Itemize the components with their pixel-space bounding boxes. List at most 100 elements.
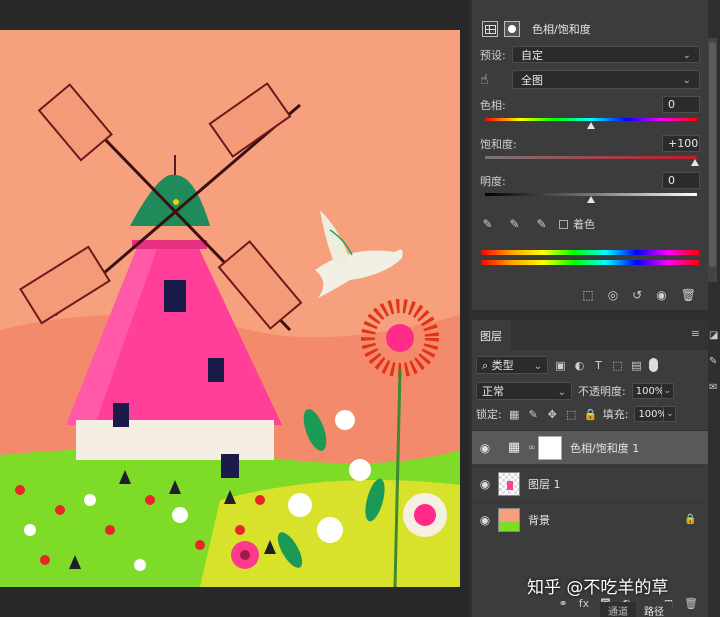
eyedropper-plus-icon[interactable]: ✎	[507, 217, 522, 232]
layer-name[interactable]: 色相/饱和度 1	[570, 440, 708, 456]
fill-stepper[interactable]: ⌄	[664, 406, 677, 422]
chevron-down-icon	[558, 385, 566, 398]
blend-mode-dropdown[interactable]: 正常	[476, 382, 572, 400]
layer-mask-thumbnail[interactable]	[538, 435, 562, 460]
layer-name[interactable]: 背景	[528, 512, 684, 528]
adjustment-layer-icon[interactable]	[482, 21, 498, 37]
paths-icon[interactable]: ✎	[709, 356, 720, 370]
opacity-stepper[interactable]: ⌄	[661, 383, 674, 399]
properties-title: 色相/饱和度	[532, 23, 591, 36]
saturation-slider[interactable]	[485, 156, 697, 159]
input-spectrum-bar	[481, 250, 699, 255]
filter-adjustment-icon[interactable]: ◐	[573, 359, 586, 372]
chevron-down-icon	[534, 359, 542, 372]
colorize-label: 着色	[573, 218, 595, 231]
properties-scrollbar-thumb[interactable]	[709, 42, 716, 267]
blend-mode-value: 正常	[482, 385, 504, 398]
saturation-slider-thumb[interactable]	[691, 159, 699, 166]
filter-type-icon[interactable]: T	[592, 359, 605, 372]
lock-move-icon[interactable]: ✥	[546, 408, 559, 421]
panel-menu-icon[interactable]: ≡	[691, 320, 708, 350]
layers-tabbar: 图层 ≡	[472, 320, 708, 350]
properties-panel: 色相/饱和度 预设: 自定 ☝ 全图 色相: 0	[472, 0, 708, 310]
eyedropper-row: ✎ ✎ ✎ 着色	[480, 216, 700, 232]
preset-row: 预设: 自定	[480, 46, 700, 63]
lightness-slider-thumb[interactable]	[587, 196, 595, 203]
lock-brush-icon[interactable]: ✎	[527, 408, 540, 421]
tab-paths[interactable]: 路径	[636, 602, 672, 617]
layer-row[interactable]: ◉ ▦ ∞ 色相/饱和度 1	[472, 430, 708, 464]
photoshop-window: 色相/饱和度 预设: 自定 ☝ 全图 色相: 0	[0, 0, 720, 617]
colorize-checkbox[interactable]	[559, 219, 568, 229]
lightness-input[interactable]: 0	[662, 172, 700, 189]
channel-dropdown[interactable]: 全图	[512, 70, 700, 89]
chain-link-icon[interactable]: ∞	[528, 443, 536, 453]
preset-label: 预设:	[480, 48, 506, 62]
lock-all-icon[interactable]: 🔒	[584, 408, 598, 421]
layer-thumbnail	[498, 471, 520, 496]
mask-icon[interactable]	[504, 21, 520, 37]
bottom-tabbar: 通道 路径	[600, 602, 672, 617]
properties-header: 色相/饱和度	[472, 0, 708, 44]
lightness-label: 明度:	[480, 175, 506, 188]
chevron-down-icon	[683, 48, 691, 61]
reset-icon[interactable]: ↺	[632, 288, 642, 302]
layer-row[interactable]: ◉ 背景 🔒	[472, 502, 708, 536]
saturation-input[interactable]: +100	[662, 135, 700, 152]
filter-smart-object-icon[interactable]: ▤	[630, 359, 643, 372]
preset-value: 自定	[521, 48, 543, 62]
chevron-down-icon	[683, 73, 691, 86]
eye-icon[interactable]: ◉	[472, 441, 498, 455]
side-tool-strip: ◪ ✎ ✉	[709, 330, 720, 450]
filter-row: ⌕ 类型 ▣ ◐ T ⬚ ▤	[476, 356, 702, 374]
hue-label: 色相:	[480, 99, 506, 112]
filter-pixel-icon[interactable]: ▣	[554, 359, 567, 372]
envelope-icon[interactable]: ✉	[709, 382, 720, 396]
lock-artboard-icon[interactable]: ⬚	[565, 408, 578, 421]
hue-slider-thumb[interactable]	[587, 122, 595, 129]
layer-row[interactable]: ◉ 图层 1	[472, 466, 708, 500]
trash-icon[interactable]: 🗑	[684, 597, 698, 610]
lock-transparency-icon[interactable]: ▦	[508, 408, 521, 421]
tab-layers[interactable]: 图层	[472, 320, 511, 350]
lock-icon: 🔒	[684, 514, 697, 525]
opacity-label: 不透明度:	[578, 385, 626, 398]
canvas-area[interactable]	[0, 0, 470, 617]
filter-kind-dropdown[interactable]: ⌕ 类型	[476, 356, 548, 374]
hue-input[interactable]: 0	[662, 96, 700, 113]
watermark: 知乎 @不吃羊的草	[527, 578, 669, 598]
clip-to-layer-icon[interactable]: ⬚	[582, 288, 593, 302]
search-icon: ⌕	[482, 359, 492, 372]
visibility-icon[interactable]: ◉	[656, 288, 666, 302]
filter-toggle[interactable]	[649, 358, 658, 372]
trash-icon[interactable]: 🗑	[681, 288, 696, 302]
artwork-canvas[interactable]	[0, 30, 460, 587]
channel-row: ☝ 全图	[480, 70, 700, 89]
layer-name[interactable]: 图层 1	[528, 476, 708, 492]
eyedropper-minus-icon[interactable]: ✎	[534, 217, 549, 232]
hue-slider[interactable]	[485, 118, 697, 121]
tab-channels[interactable]: 通道	[600, 602, 636, 617]
eye-icon[interactable]: ◉	[472, 477, 498, 491]
fill-input[interactable]: 100%	[634, 406, 667, 422]
opacity-input[interactable]: 100%	[631, 383, 664, 399]
filter-kind-value: 类型	[491, 359, 514, 372]
eye-icon[interactable]: ◉	[472, 513, 498, 527]
hand-icon[interactable]: ☝	[480, 72, 512, 88]
saturation-label: 饱和度:	[480, 138, 517, 151]
filter-shape-icon[interactable]: ⬚	[611, 359, 624, 372]
adjustment-layer-icon: ▦	[507, 440, 521, 455]
histogram-icon[interactable]: ◪	[709, 330, 720, 344]
panel-dock: 色相/饱和度 预设: 自定 ☝ 全图 色相: 0	[470, 0, 720, 617]
fill-label: 填充:	[602, 408, 629, 421]
eyedropper-icon[interactable]: ✎	[480, 217, 495, 232]
channel-value: 全图	[521, 73, 543, 87]
lock-label: 锁定:	[476, 408, 502, 421]
preset-dropdown[interactable]: 自定	[512, 46, 700, 63]
output-spectrum-bar	[481, 260, 699, 265]
blend-row: 正常 不透明度: 100% ⌄	[476, 382, 702, 400]
fx-icon[interactable]: fx	[579, 597, 589, 610]
properties-scrollbar[interactable]	[708, 38, 717, 282]
view-previous-icon[interactable]: ◎	[608, 288, 618, 302]
link-icon[interactable]: ⚭	[559, 597, 568, 610]
